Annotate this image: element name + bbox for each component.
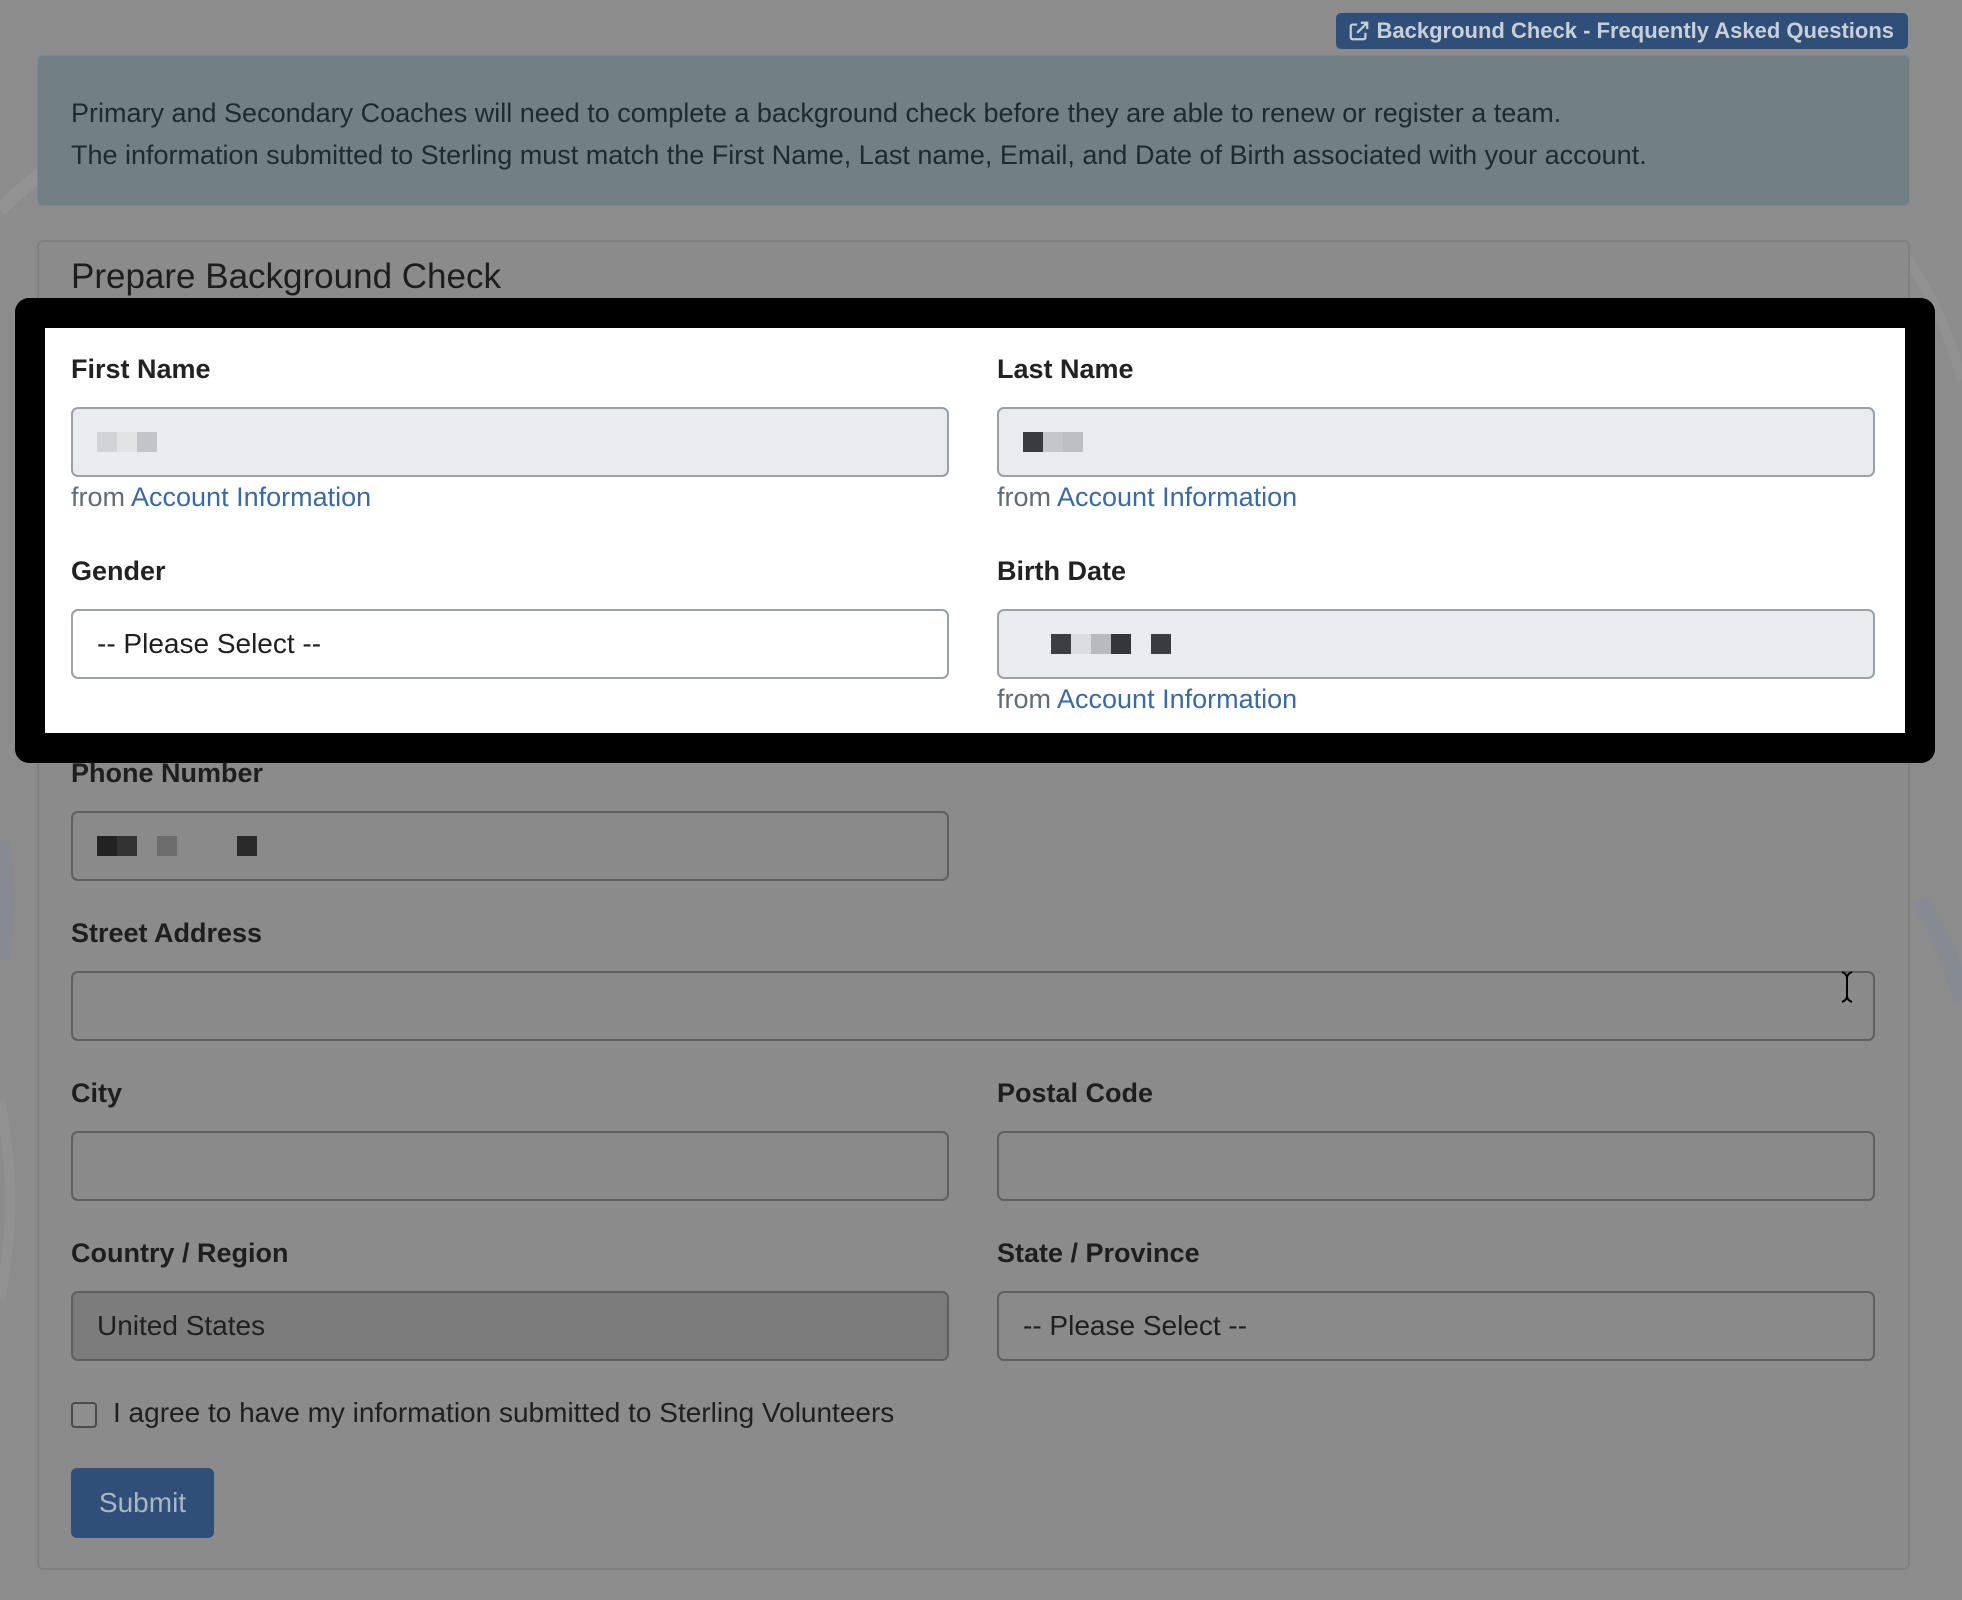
gender-label: Gender bbox=[71, 556, 166, 586]
phone-field[interactable] bbox=[71, 811, 949, 881]
gender-select-value: -- Please Select -- bbox=[97, 628, 322, 659]
birth-date-label: Birth Date bbox=[997, 556, 1127, 586]
alert-line-1: Primary and Secondary Coaches will need … bbox=[71, 98, 1562, 128]
redacted-value bbox=[97, 836, 257, 856]
country-select-value: United States bbox=[97, 1310, 266, 1341]
state-select-value: -- Please Select -- bbox=[1023, 1310, 1248, 1341]
redacted-value bbox=[1023, 432, 1083, 452]
country-select[interactable]: United States bbox=[71, 1291, 949, 1361]
last-name-label: Last Name bbox=[997, 354, 1134, 384]
agree-checkbox-label[interactable]: I agree to have my information submitted… bbox=[113, 1397, 894, 1429]
birth-date-help: from Account Information bbox=[997, 684, 1297, 715]
postal-code-field[interactable] bbox=[997, 1131, 1875, 1201]
account-information-link[interactable]: Account Information bbox=[131, 482, 371, 512]
faq-button[interactable]: Background Check - Frequently Asked Ques… bbox=[1336, 13, 1908, 49]
help-prefix: from bbox=[997, 684, 1051, 714]
first-name-field[interactable] bbox=[71, 407, 949, 477]
last-name-help: from Account Information bbox=[997, 482, 1297, 513]
redacted-value bbox=[1051, 634, 1171, 654]
first-name-label: First Name bbox=[71, 354, 211, 384]
street-address-field[interactable] bbox=[71, 971, 1875, 1041]
submit-button-label: Submit bbox=[98, 1487, 187, 1518]
state-label: State / Province bbox=[997, 1238, 1200, 1268]
agree-checkbox[interactable] bbox=[71, 1402, 97, 1428]
last-name-field[interactable] bbox=[997, 407, 1875, 477]
help-prefix: from bbox=[997, 482, 1051, 512]
phone-label: Phone Number bbox=[71, 758, 264, 788]
alert-line-2: The information submitted to Sterling mu… bbox=[71, 140, 1647, 170]
account-information-link[interactable]: Account Information bbox=[1057, 482, 1297, 512]
city-field[interactable] bbox=[71, 1131, 949, 1201]
redacted-value bbox=[97, 432, 157, 452]
first-name-help: from Account Information bbox=[71, 482, 371, 513]
country-label: Country / Region bbox=[71, 1238, 289, 1268]
text-cursor-icon bbox=[1841, 971, 1853, 1003]
city-label: City bbox=[71, 1078, 123, 1108]
external-link-icon bbox=[1350, 21, 1369, 41]
street-address-label: Street Address bbox=[71, 918, 263, 948]
info-alert: Primary and Secondary Coaches will need … bbox=[37, 55, 1910, 206]
help-prefix: from bbox=[71, 482, 125, 512]
faq-button-label: Background Check - Frequently Asked Ques… bbox=[1376, 18, 1894, 43]
state-select[interactable]: -- Please Select -- bbox=[997, 1291, 1875, 1361]
submit-button[interactable]: Submit bbox=[71, 1468, 214, 1538]
birth-date-field[interactable] bbox=[997, 609, 1875, 679]
account-information-link[interactable]: Account Information bbox=[1057, 684, 1297, 714]
postal-code-label: Postal Code bbox=[997, 1078, 1154, 1108]
page-title: Prepare Background Check bbox=[71, 257, 501, 296]
gender-select[interactable]: -- Please Select -- bbox=[71, 609, 949, 679]
